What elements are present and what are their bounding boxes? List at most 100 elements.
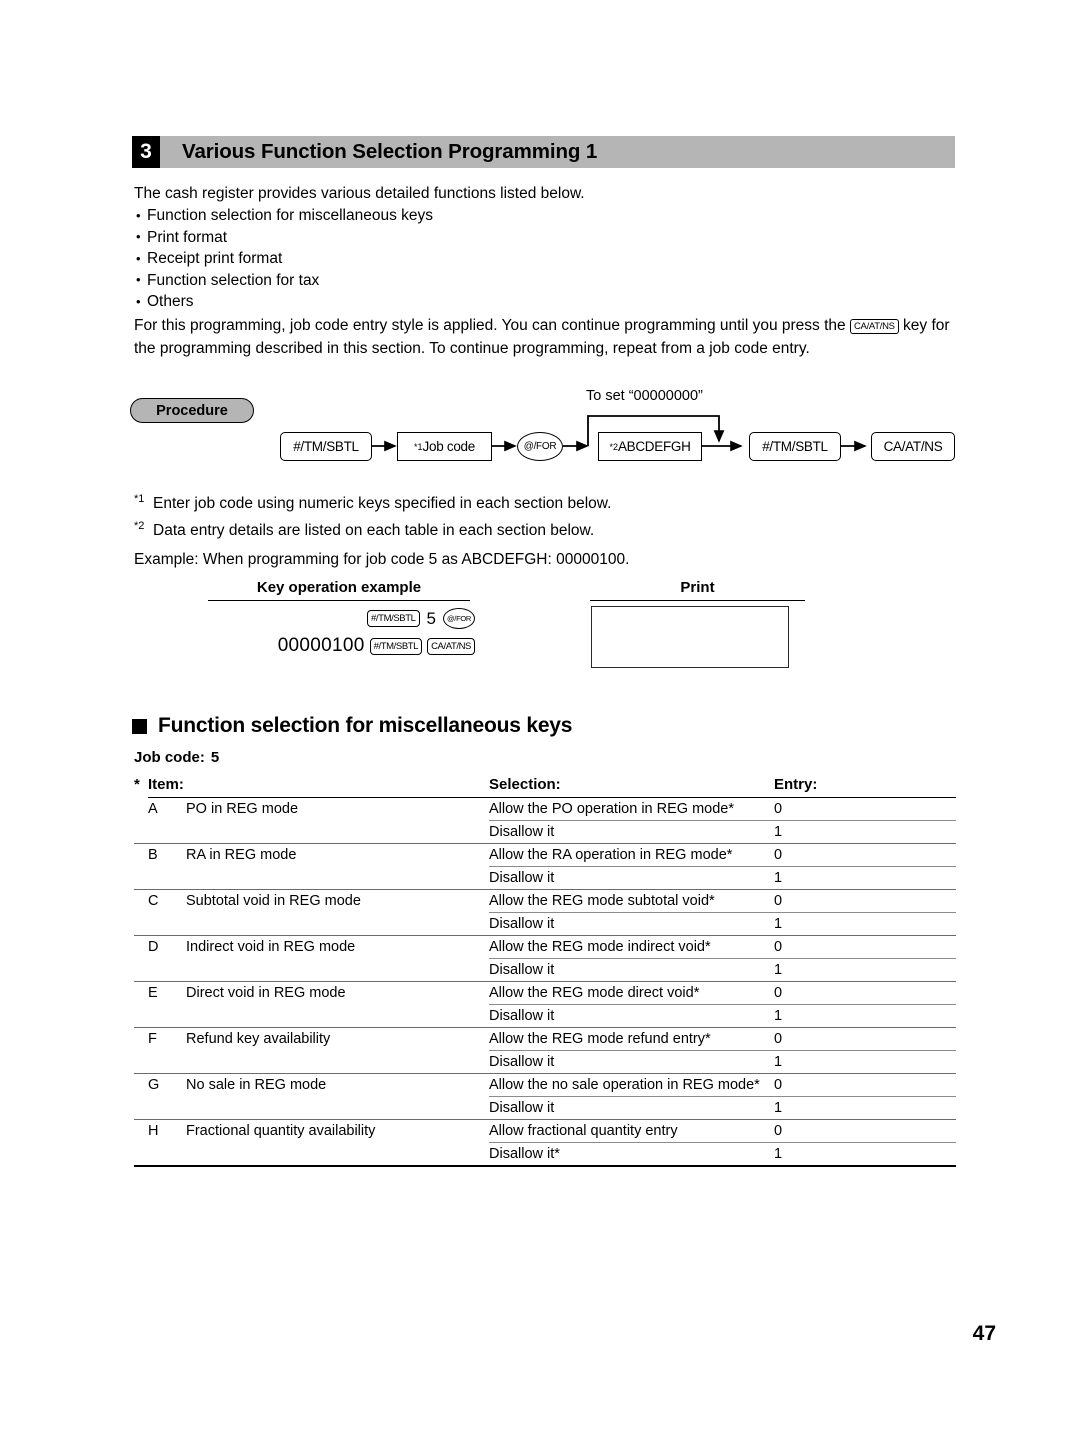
key-sequence-row-1: #/TM/SBTL 5 @/FOR xyxy=(367,608,475,629)
row-entry: 0 xyxy=(774,981,956,1005)
footnote-2-text: Data entry details are listed on each ta… xyxy=(153,522,595,540)
list-item: Receipt print format xyxy=(134,248,964,270)
row-letter: D xyxy=(148,939,159,955)
table-row: C Subtotal void in REG mode Allow the RE… xyxy=(134,889,956,913)
footnote-1-marker: *1 xyxy=(134,493,145,505)
row-letter: B xyxy=(148,847,158,863)
ca-at-ns-key-icon: CA/AT/NS xyxy=(849,318,899,334)
row-item: RA in REG mode xyxy=(186,847,297,863)
row-selection: Disallow it xyxy=(489,1096,774,1120)
row-selection: Allow the REG mode indirect void* xyxy=(489,935,774,959)
row-selection: Allow the REG mode subtotal void* xyxy=(489,889,774,913)
key-operation-sequence: #/TM/SBTL 5 @/FOR 00000100 #/TM/SBTL CA/… xyxy=(200,608,475,664)
row-entry: 0 xyxy=(774,889,956,913)
section-number-badge: 3 xyxy=(132,136,160,168)
list-item: Function selection for tax xyxy=(134,269,964,292)
row-selection: Disallow it xyxy=(489,958,774,982)
table-row: Disallow it 1 xyxy=(134,820,956,844)
list-item: Function selection for miscellaneous key… xyxy=(134,205,964,227)
row-entry: 1 xyxy=(774,912,956,936)
row-entry: 0 xyxy=(774,797,956,821)
table-row: E Direct void in REG mode Allow the REG … xyxy=(134,981,956,1005)
row-item: Subtotal void in REG mode xyxy=(186,893,361,909)
row-entry: 0 xyxy=(774,843,956,867)
key-sequence-row-2: 00000100 #/TM/SBTL CA/AT/NS xyxy=(278,635,475,657)
row-letter: H xyxy=(148,1123,159,1139)
footnote-2: *2 Data entry details are listed on each… xyxy=(134,515,611,542)
row-selection: Disallow it xyxy=(489,866,774,890)
row-item: PO in REG mode xyxy=(186,801,299,817)
footnote-2-marker: *2 xyxy=(134,520,145,533)
row-entry: 0 xyxy=(774,1027,956,1051)
intro-lead: The cash register provides various detai… xyxy=(134,185,585,202)
misc-keys-table: * Item: Selection: Entry: A PO in REG mo… xyxy=(134,776,956,1167)
table-row: B RA in REG mode Allow the RA operation … xyxy=(134,843,956,867)
intro-paragraph: For this programming, job code entry sty… xyxy=(134,314,964,360)
intro-text-before-key: For this programming, job code entry sty… xyxy=(134,316,846,334)
row-item: Fractional quantity availability xyxy=(186,1123,376,1139)
row-selection: Disallow it* xyxy=(489,1142,774,1167)
row-entry: 1 xyxy=(774,1096,956,1120)
table: * Item: Selection: Entry: A PO in REG mo… xyxy=(134,776,956,1167)
section-header: 3 Various Function Selection Programming… xyxy=(132,136,955,168)
row-selection: Disallow it xyxy=(489,912,774,936)
row-item: Indirect void in REG mode xyxy=(186,939,356,955)
misc-keys-heading-text: Function selection for miscellaneous key… xyxy=(158,714,573,737)
page-number: 47 xyxy=(972,1322,996,1345)
job-code-line: Job code: 5 xyxy=(134,749,219,766)
row-entry: 1 xyxy=(774,820,956,844)
flow-node-abcdefgh: *2 ABCDEFGH xyxy=(598,432,702,461)
square-bullet-icon xyxy=(132,718,147,734)
column-header-entry: Entry: xyxy=(774,776,956,798)
table-row: A PO in REG mode Allow the PO operation … xyxy=(134,797,956,821)
row-selection: Disallow it xyxy=(489,1004,774,1028)
row-entry: 1 xyxy=(774,866,956,890)
tm-sbtl-key-icon: #/TM/SBTL xyxy=(367,610,420,627)
row-item: No sale in REG mode xyxy=(186,1077,327,1093)
flow-node-ca-at-ns: CA/AT/NS xyxy=(871,432,955,461)
table-row: D Indirect void in REG mode Allow the RE… xyxy=(134,935,956,959)
section-title: Various Function Selection Programming 1 xyxy=(160,136,955,168)
entry-number: 00000100 xyxy=(277,635,365,656)
print-output-box xyxy=(591,606,789,668)
print-heading: Print xyxy=(590,579,805,601)
footnote-1: *1 Enter job code using numeric keys spe… xyxy=(134,488,611,515)
example-caption: Example: When programming for job code 5… xyxy=(134,551,630,568)
job-code-label: Job code xyxy=(422,439,476,454)
row-selection: Disallow it xyxy=(489,1050,774,1074)
row-entry: 0 xyxy=(774,1073,956,1097)
row-entry: 0 xyxy=(774,935,956,959)
row-selection: Allow the REG mode direct void* xyxy=(489,981,774,1005)
row-entry: 0 xyxy=(774,1119,956,1143)
row-item: Refund key availability xyxy=(186,1031,331,1047)
flow-node-job-code: *1 Job code xyxy=(397,432,492,461)
row-entry: 1 xyxy=(774,1142,956,1167)
row-entry: 1 xyxy=(774,958,956,982)
row-selection: Allow the RA operation in REG mode* xyxy=(489,843,774,867)
table-row: Disallow it 1 xyxy=(134,1004,956,1028)
tm-sbtl-key-icon: #/TM/SBTL xyxy=(369,637,423,655)
intro-block: The cash register provides various detai… xyxy=(134,183,964,360)
job-code-digit: 5 xyxy=(426,608,436,628)
row-selection: Allow the REG mode refund entry* xyxy=(489,1027,774,1051)
job-code-value: 5 xyxy=(210,749,220,766)
flow-node-at-for: @/FOR xyxy=(517,432,563,461)
key-operation-example-heading: Key operation example xyxy=(208,579,470,601)
column-header-selection: Selection: xyxy=(489,776,774,798)
list-item: Others xyxy=(134,291,964,313)
row-item: Direct void in REG mode xyxy=(186,985,346,1001)
feature-bullet-list: Function selection for miscellaneous key… xyxy=(134,205,964,313)
column-header-item: Item: xyxy=(148,776,489,798)
document-page: 3 Various Function Selection Programming… xyxy=(0,0,1080,1454)
flow-node-tm-sbtl-1: #/TM/SBTL xyxy=(280,432,372,461)
table-row: F Refund key availability Allow the REG … xyxy=(134,1027,956,1051)
at-for-key-icon: @/FOR xyxy=(442,608,475,629)
table-row: Disallow it 1 xyxy=(134,958,956,982)
row-entry: 1 xyxy=(774,1050,956,1074)
bypass-label: To set “00000000” xyxy=(586,388,703,404)
row-letter: E xyxy=(148,985,158,1001)
footnote-1-text: Enter job code using numeric keys specif… xyxy=(153,495,612,513)
list-item: Print format xyxy=(134,226,964,249)
table-row: Disallow it 1 xyxy=(134,866,956,890)
table-row: Disallow it 1 xyxy=(134,1050,956,1074)
